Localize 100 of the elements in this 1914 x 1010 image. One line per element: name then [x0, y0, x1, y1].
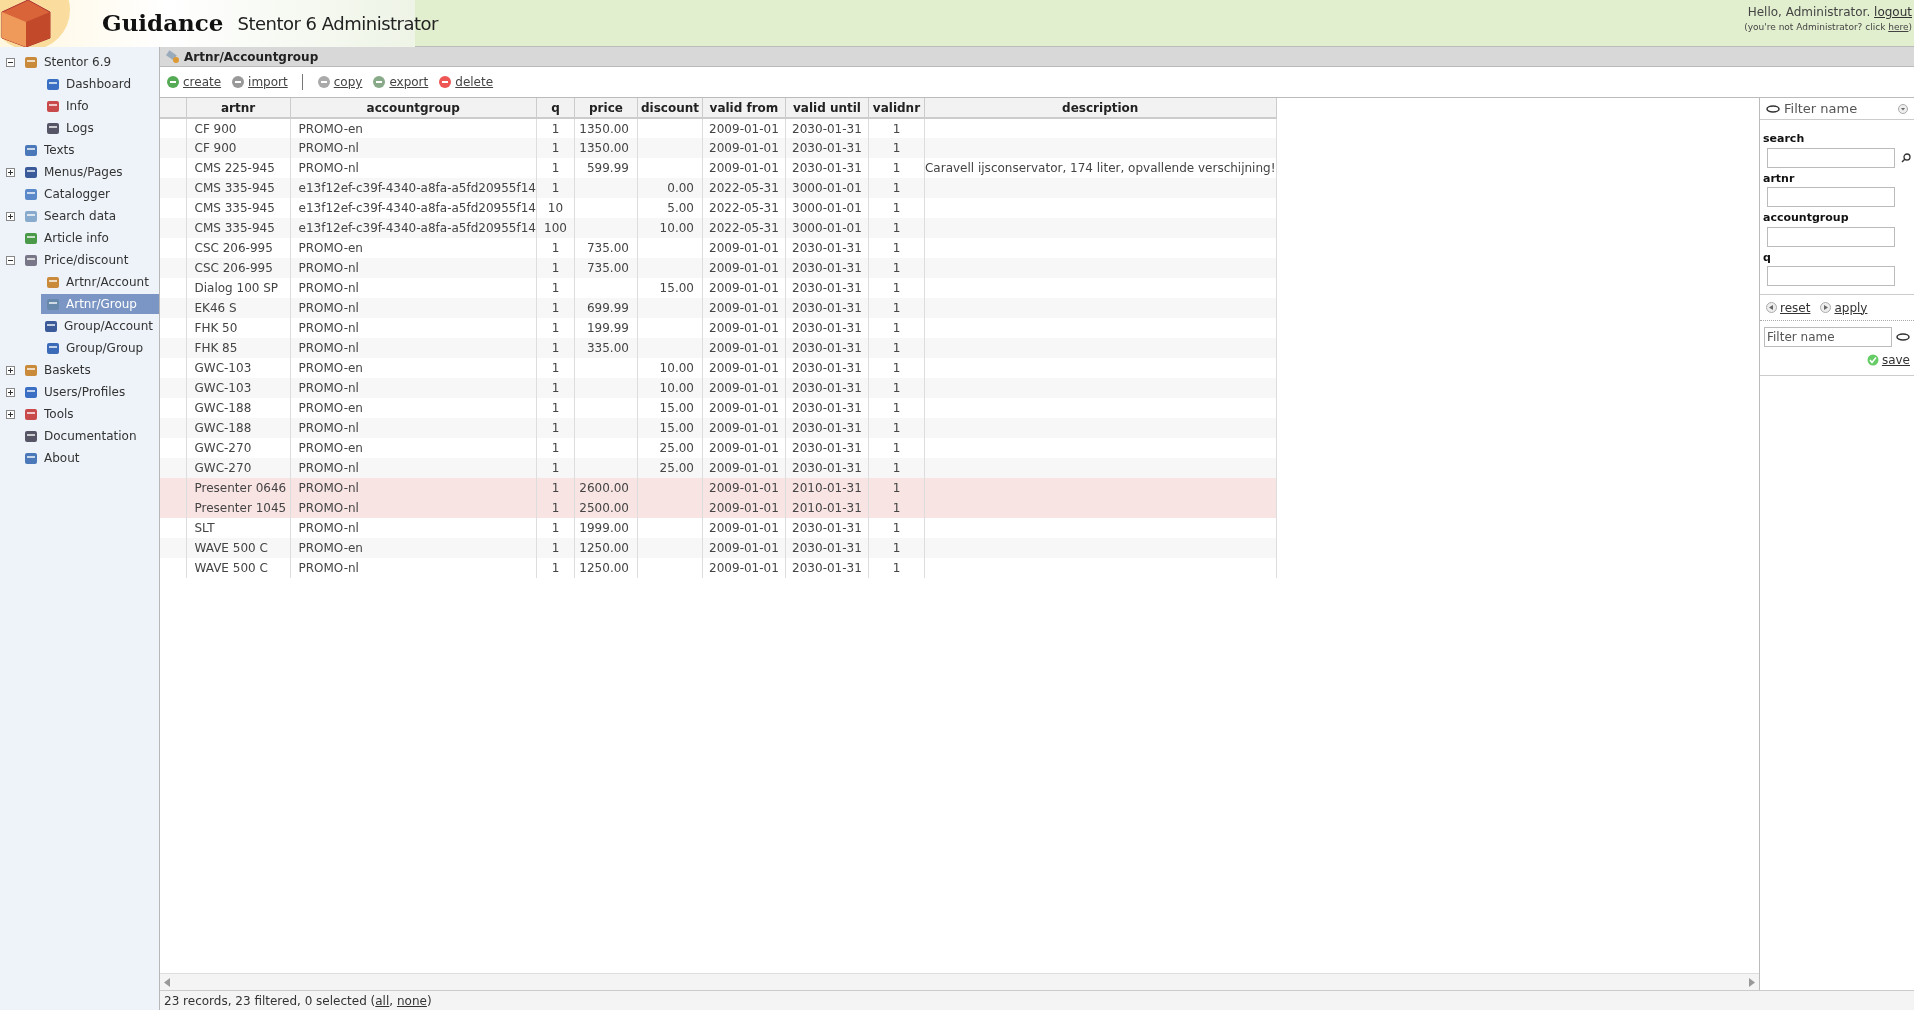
item-icon: [23, 428, 39, 444]
item-icon: [23, 142, 39, 158]
table-row[interactable]: Presenter 0646 PROMO-nl 1 2600.00 2009-01-01 2010-01-31 1: [160, 478, 1276, 498]
cube-logo-icon: [0, 0, 70, 47]
nav-item[interactable]: Baskets: [19, 360, 159, 380]
nav-item[interactable]: Documentation: [19, 426, 159, 446]
nav-item[interactable]: Search data: [19, 206, 159, 226]
nav-item[interactable]: Group/Account: [38, 316, 159, 336]
expand-icon[interactable]: [5, 365, 15, 375]
item-icon: [45, 120, 61, 136]
column-header[interactable]: description: [924, 98, 1276, 118]
nav-item[interactable]: Artnr/Account: [41, 272, 159, 292]
item-icon: [23, 252, 39, 268]
table-row[interactable]: CMS 225-945 PROMO-nl 1 599.99 2009-01-01 2030-01-31 1 Caravell ijsconservator, 174 liter, opvallende verschijning!: [160, 158, 1276, 178]
nav-item[interactable]: Menus/Pages: [19, 162, 159, 182]
nav-item[interactable]: Logs: [41, 118, 159, 138]
table-row[interactable]: SLT PROMO-nl 1 1999.00 2009-01-01 2030-01-31 1: [160, 518, 1276, 538]
column-header[interactable]: valid from: [702, 98, 786, 118]
collapse-icon[interactable]: [5, 57, 15, 67]
nav-item[interactable]: Price/discount: [19, 250, 159, 270]
nav-item[interactable]: Catalogger: [19, 184, 159, 204]
table-cell: 1: [536, 558, 575, 578]
filter-title: Filter name: [1784, 99, 1859, 118]
column-header[interactable]: valid until: [785, 98, 869, 118]
expand-icon[interactable]: [5, 409, 15, 419]
save-link[interactable]: save: [1866, 351, 1910, 369]
toolbar-link[interactable]: export: [372, 73, 429, 91]
table-row[interactable]: GWC-188 PROMO-nl 1 15.00 2009-01-01 2030-01-31 1: [160, 418, 1276, 438]
apply-link[interactable]: apply: [1820, 298, 1868, 317]
nav-item[interactable]: Users/Profiles: [19, 382, 159, 402]
expand-icon[interactable]: [5, 387, 15, 397]
table-row[interactable]: Dialog 100 SP PROMO-nl 1 15.00 2009-01-01 2030-01-31 1: [160, 278, 1276, 298]
table-row[interactable]: GWC-103 PROMO-nl 1 10.00 2009-01-01 2030-01-31 1: [160, 378, 1276, 398]
column-header[interactable]: price: [574, 98, 638, 118]
table-row[interactable]: EK46 S PROMO-nl 1 699.99 2009-01-01 2030-01-31 1: [160, 298, 1276, 318]
filter-icon: [1896, 333, 1910, 341]
toolbar-icon: [438, 75, 453, 89]
column-header[interactable]: validnr: [868, 98, 925, 118]
logout-link[interactable]: logout: [1874, 5, 1912, 19]
table-row[interactable]: FHK 85 PROMO-nl 1 335.00 2009-01-01 2030-01-31 1: [160, 338, 1276, 358]
table-row[interactable]: CMS 335-945 e13f12ef-c39f-4340-a8fa-a5fd20955f14 1 0.00 2022-05-31 3000-01-01 1: [160, 178, 1276, 198]
nav-item[interactable]: Dashboard: [41, 74, 159, 94]
reset-link[interactable]: reset: [1766, 298, 1811, 317]
toolbar-link[interactable]: delete: [438, 73, 494, 91]
toolbar-link[interactable]: import: [231, 73, 288, 91]
nav-item[interactable]: Tools: [19, 404, 159, 424]
check-icon: [1866, 354, 1879, 366]
nav-item[interactable]: Texts: [19, 140, 159, 160]
input-field[interactable]: [1767, 226, 1895, 247]
nav-item[interactable]: Info: [41, 96, 159, 116]
field-label: search: [1763, 131, 1806, 147]
table-cell: PROMO-nl: [290, 558, 537, 578]
table-row[interactable]: CF 900 PROMO-nl 1 1350.00 2009-01-01 2030-01-31 1: [160, 138, 1276, 158]
item-icon: [45, 340, 61, 356]
table-row[interactable]: CMS 335-945 e13f12ef-c39f-4340-a8fa-a5fd20955f14 10 5.00 2022-05-31 3000-01-01 1: [160, 198, 1276, 218]
item-icon: [23, 54, 39, 70]
filter-icon: [1766, 104, 1780, 113]
nav-item[interactable]: Article info: [19, 228, 159, 248]
column-header[interactable]: accountgroup: [290, 98, 537, 118]
column-header[interactable]: artnr: [186, 98, 290, 118]
toolbar-icon: [166, 75, 180, 89]
table-row[interactable]: CSC 206-995 PROMO-nl 1 735.00 2009-01-01 2030-01-31 1: [160, 258, 1276, 278]
status-text: 23 records, 23 filtered, 0 selected (all, none): [164, 992, 432, 1010]
table-row[interactable]: Presenter 1045 PROMO-nl 1 2500.00 2009-01-01 2010-01-31 1: [160, 498, 1276, 518]
table-cell: WAVE 500 C: [186, 558, 290, 578]
expand-icon[interactable]: [5, 167, 15, 177]
nav-item[interactable]: Group/Group: [41, 338, 159, 358]
expand-icon[interactable]: [5, 211, 15, 221]
input-field[interactable]: [1767, 266, 1895, 286]
status-link[interactable]: none: [396, 993, 427, 1008]
table-row[interactable]: GWC-188 PROMO-en 1 15.00 2009-01-01 2030-01-31 1: [160, 398, 1276, 418]
nav-item[interactable]: About: [19, 448, 159, 468]
table-row[interactable]: FHK 50 PROMO-nl 1 199.99 2009-01-01 2030-01-31 1: [160, 318, 1276, 338]
field-label: artnr: [1763, 170, 1796, 187]
table-row[interactable]: GWC-103 PROMO-en 1 10.00 2009-01-01 2030-01-31 1: [160, 358, 1276, 378]
table-cell: 2009-01-01: [702, 558, 786, 578]
search-icon: [1901, 152, 1911, 163]
toolbar-link[interactable]: copy: [316, 73, 363, 91]
table-row[interactable]: WAVE 500 C PROMO-en 1 1250.00 2009-01-01 2030-01-31 1: [160, 538, 1276, 558]
collapse-icon[interactable]: [5, 255, 15, 265]
table-row[interactable]: WAVE 500 C PROMO-nl 1 1250.00 2009-01-01 2030-01-31 1: [160, 558, 1276, 578]
nav-item[interactable]: Stentor 6.9: [19, 52, 159, 72]
table-row[interactable]: GWC-270 PROMO-nl 1 25.00 2009-01-01 2030-01-31 1: [160, 458, 1276, 478]
filter-name-field[interactable]: Filter name: [1764, 327, 1892, 347]
table-row[interactable]: CF 900 PROMO-en 1 1350.00 2009-01-01 2030-01-31 1: [160, 118, 1276, 138]
table-row[interactable]: CSC 206-995 PROMO-en 1 735.00 2009-01-01 2030-01-31 1: [160, 238, 1276, 258]
toolbar-link[interactable]: create: [166, 73, 222, 91]
column-header[interactable]: q: [536, 98, 575, 118]
column-header[interactable]: discount: [637, 98, 703, 118]
input-field[interactable]: [1767, 147, 1895, 168]
table-row[interactable]: CMS 335-945 e13f12ef-c39f-4340-a8fa-a5fd20955f14 100 10.00 2022-05-31 3000-01-01 1: [160, 218, 1276, 238]
product-title: Stentor 6 Administrator: [237, 12, 438, 36]
dropdown-icon[interactable]: [1898, 103, 1908, 114]
item-icon: [23, 208, 39, 224]
item-icon: [45, 76, 61, 92]
here-link[interactable]: here: [1888, 22, 1909, 32]
table-row[interactable]: GWC-270 PROMO-en 1 25.00 2009-01-01 2030-01-31 1: [160, 438, 1276, 458]
input-field[interactable]: [1767, 187, 1895, 207]
field-label: accountgroup: [1763, 210, 1850, 226]
table-cell: 2030-01-31: [785, 558, 869, 578]
